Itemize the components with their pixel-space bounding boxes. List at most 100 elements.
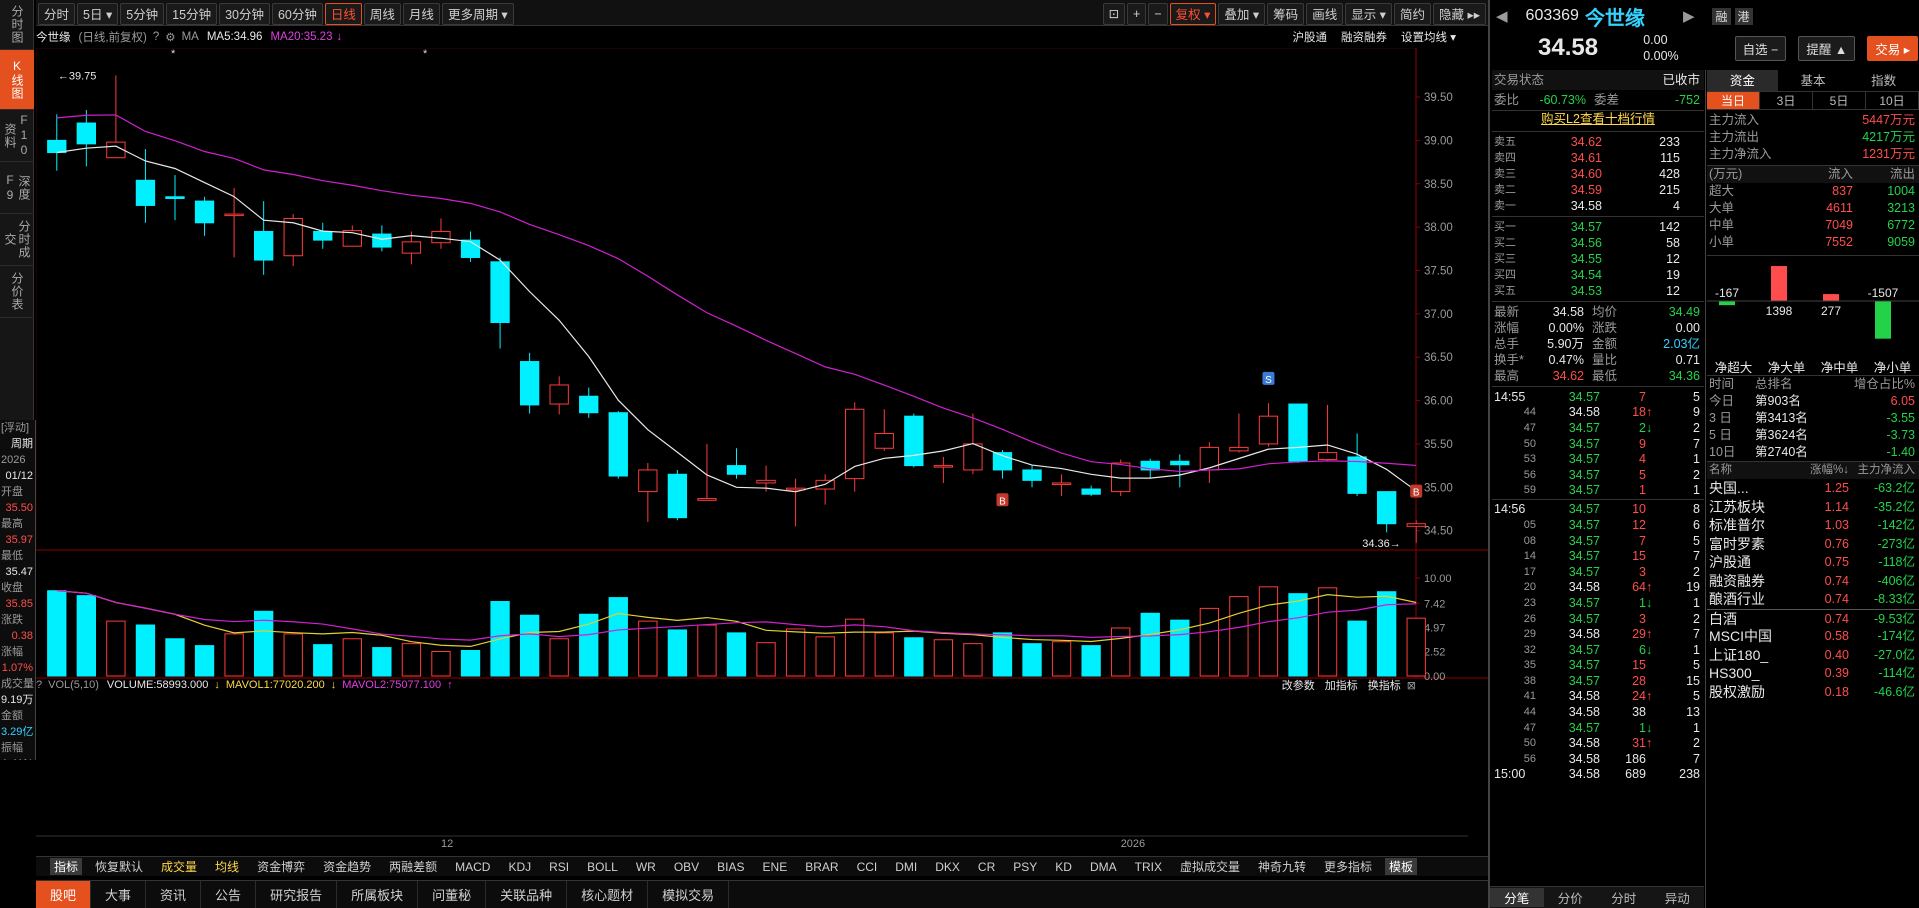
period-tab[interactable]: 分时 — [38, 2, 76, 25]
indicator-tab[interactable]: BIAS — [708, 860, 753, 874]
ask-row[interactable]: 卖五 34.62 233 — [1492, 134, 1704, 150]
candle[interactable] — [194, 196, 215, 236]
indicator-tab[interactable]: MACD — [446, 860, 499, 874]
period-tab[interactable]: 5日 ▾ — [77, 2, 119, 25]
candle[interactable] — [460, 231, 481, 262]
chart-tool-button[interactable]: 筹码 — [1267, 2, 1305, 25]
indicator-tab[interactable]: ENE — [754, 860, 797, 874]
sector-row[interactable]: 江苏板块 1.14 -35.2亿 — [1707, 498, 1919, 517]
sector-row[interactable]: 融资融券 0.74 -406亿 — [1707, 572, 1919, 591]
indicator-tab[interactable]: DKX — [926, 860, 969, 874]
candle[interactable] — [431, 218, 451, 249]
sector-row[interactable]: HS300_ 0.39 -114亿 — [1707, 664, 1919, 683]
period-tab[interactable]: 周线 — [363, 2, 401, 25]
period-tab[interactable]: 月线 — [402, 2, 440, 25]
candle[interactable] — [1022, 465, 1042, 488]
ask-row[interactable]: 卖四 34.61 115 — [1492, 150, 1704, 166]
bottom-tab[interactable]: 关联品种 — [486, 880, 568, 908]
chart-tool-button[interactable]: 复权 ▾ — [1169, 2, 1217, 25]
left-nav-item[interactable]: 分时图 — [0, 0, 34, 50]
candle[interactable] — [47, 114, 67, 171]
candle[interactable] — [874, 409, 894, 451]
alert-button[interactable]: 提醒 ▲ — [1798, 35, 1856, 61]
candle[interactable] — [608, 410, 628, 479]
candle[interactable] — [1288, 403, 1308, 464]
candle[interactable] — [579, 387, 599, 418]
candle[interactable] — [1229, 413, 1249, 453]
left-nav-item[interactable]: 分时成交 — [0, 214, 34, 266]
zoom-in-icon[interactable]: + — [1127, 2, 1147, 25]
indicator-tab[interactable]: WR — [627, 860, 665, 874]
funds-subtab[interactable]: 5日 — [1813, 92, 1866, 109]
left-nav-item[interactable]: 深度F9 — [0, 162, 34, 214]
funds-subtab[interactable]: 当日 — [1707, 92, 1760, 109]
indicator-tab[interactable]: CCI — [848, 860, 887, 874]
indicator-tab[interactable]: BRAR — [796, 860, 847, 874]
indicator-tab[interactable]: 神奇九转 — [1249, 858, 1315, 875]
candle[interactable] — [313, 222, 333, 249]
chart-link[interactable]: 设置均线 ▾ — [1401, 29, 1456, 45]
funds-subtab[interactable]: 3日 — [1760, 92, 1813, 109]
candle[interactable] — [519, 352, 540, 414]
indicator-tab[interactable]: DMA — [1081, 860, 1126, 874]
indicator-tab[interactable]: 资金趋势 — [314, 858, 380, 875]
candle[interactable] — [1317, 404, 1338, 462]
indicator-tab[interactable]: 指标 — [50, 858, 83, 875]
ask-row[interactable]: 卖三 34.60 428 — [1492, 166, 1704, 182]
indicator-tab[interactable]: DMI — [886, 860, 926, 874]
chart-tool-button[interactable]: 画线 — [1306, 2, 1344, 25]
period-tab[interactable]: 60分钟 — [271, 2, 323, 25]
indicator-tab[interactable]: OBV — [665, 860, 708, 874]
bottom-tab[interactable]: 模拟交易 — [648, 880, 730, 908]
bottom-tab[interactable]: 大事 — [91, 880, 147, 908]
bid-row[interactable]: 买二 34.56 58 — [1492, 235, 1704, 251]
candle[interactable] — [726, 448, 747, 479]
indicator-tab[interactable]: RSI — [540, 860, 578, 874]
indicator-tab[interactable]: PSY — [1004, 860, 1046, 874]
period-tab[interactable]: 5分钟 — [120, 2, 165, 25]
tick-tab[interactable]: 分笔 — [1490, 888, 1544, 907]
help-icon[interactable]: ? — [153, 31, 159, 43]
settings-icon[interactable]: ⚙ — [165, 30, 175, 44]
kline-chart[interactable]: 39.50 39.00 38.50 38.00 37.50 37.00 36.50 36.00… — [36, 48, 1488, 856]
indicator-tab[interactable]: TRIX — [1126, 860, 1171, 874]
bottom-tab[interactable]: 核心题材 — [567, 880, 649, 908]
sector-header-cell[interactable]: 涨幅%↓ — [1791, 462, 1849, 479]
chart-link[interactable]: 沪股通 — [1293, 29, 1328, 45]
volume-link[interactable]: 换指标 — [1368, 677, 1401, 693]
funds-tab[interactable]: 基本 — [1778, 70, 1849, 91]
indicator-tab[interactable]: 更多指标 — [1315, 858, 1381, 875]
period-tab[interactable]: 30分钟 — [219, 2, 270, 25]
buy-signal-icon[interactable]: B — [996, 493, 1009, 507]
buy-signal-icon[interactable]: B — [1410, 484, 1423, 499]
candle[interactable] — [933, 456, 954, 483]
indicator-tab[interactable]: KDJ — [499, 860, 540, 874]
candle[interactable] — [165, 175, 185, 221]
chart-tool-button[interactable]: 叠加 ▾ — [1218, 2, 1266, 25]
indicator-tab[interactable]: 虚拟成交量 — [1171, 858, 1249, 875]
volume-link[interactable]: 改参数 — [1282, 677, 1315, 693]
tick-tab[interactable]: 分价 — [1544, 888, 1598, 907]
candle[interactable] — [1051, 474, 1072, 496]
candle[interactable] — [342, 225, 362, 247]
tick-tab[interactable]: 分时 — [1597, 888, 1651, 907]
candle[interactable] — [697, 443, 717, 501]
candle[interactable] — [785, 478, 806, 527]
volume-link[interactable]: 加指标 — [1325, 677, 1358, 693]
sector-row[interactable]: 富时罗素 0.76 -273亿 — [1707, 535, 1919, 554]
candle[interactable] — [1258, 403, 1279, 447]
candle[interactable] — [815, 474, 835, 505]
sector-row[interactable]: 央国... 1.25 -63.2亿 — [1707, 479, 1919, 498]
chart-link[interactable]: 融资融券 — [1341, 29, 1387, 45]
sector-row[interactable]: 上证180_ 0.40 -27.0亿 — [1707, 646, 1919, 665]
candle[interactable] — [1199, 442, 1220, 483]
candle[interactable] — [224, 188, 244, 258]
indicator-tab[interactable]: KD — [1046, 860, 1081, 874]
trade-button[interactable]: 交易 ▸ — [1867, 35, 1918, 61]
sector-row[interactable]: 酿酒行业 0.74 -8.33亿 — [1707, 590, 1919, 609]
close-icon[interactable]: ⊠ — [1407, 679, 1416, 692]
indicator-tab[interactable]: CR — [969, 860, 1004, 874]
prev-stock-icon[interactable]: ◀ — [1496, 7, 1508, 25]
l2-link[interactable]: 购买L2查看十档行情 — [1541, 112, 1655, 126]
sell-signal-icon[interactable]: S — [1262, 371, 1275, 386]
